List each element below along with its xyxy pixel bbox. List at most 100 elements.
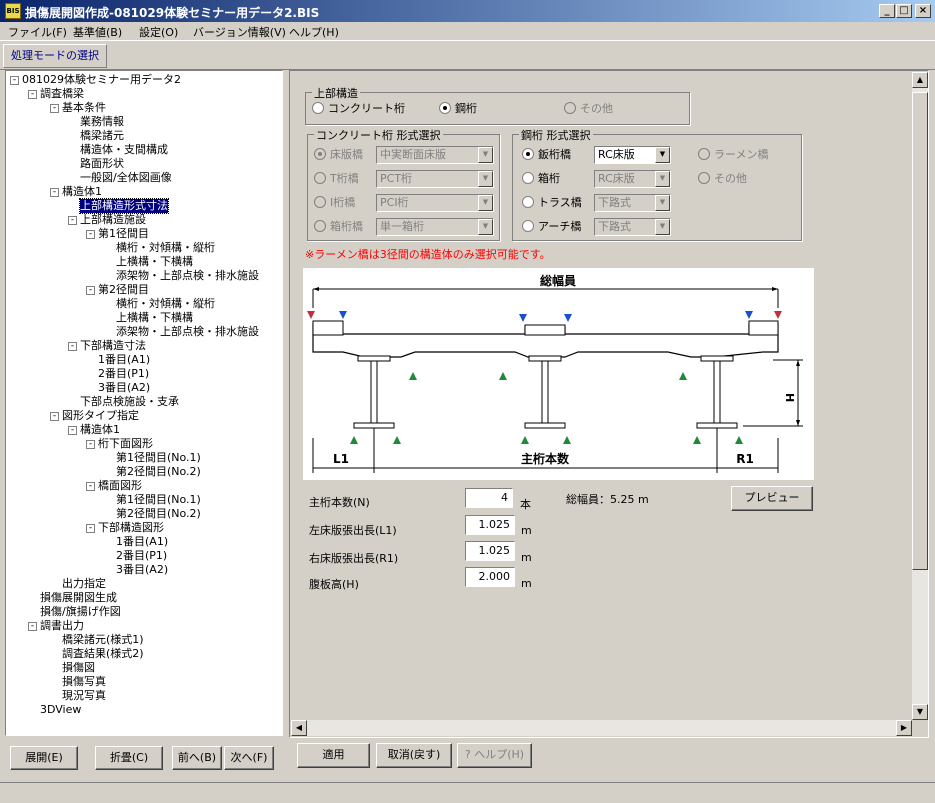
web-height-input[interactable]: 2.000 [465, 567, 515, 587]
radio-steel[interactable]: 鋼桁 [439, 102, 477, 116]
maximize-button[interactable]: □ [896, 4, 912, 18]
tree-node[interactable]: 橋梁諸元(様式1) [62, 633, 144, 647]
scroll-right-icon[interactable]: ▶ [896, 720, 912, 736]
tree-node[interactable]: 上横構・下横構 [116, 255, 193, 269]
tree-node[interactable]: 2番目(P1) [116, 549, 167, 563]
tree-node[interactable]: 下部構造寸法 [80, 339, 146, 353]
tree-node[interactable]: 3DView [40, 703, 81, 717]
radio-arch[interactable]: アーチ橋 [522, 220, 581, 234]
tree-node[interactable]: 第1径間目(No.1) [116, 493, 201, 507]
tree-node[interactable]: 上部構造形式寸法 [79, 198, 169, 214]
mode-select-button[interactable]: 処理モードの選択 [3, 44, 107, 68]
tree-node[interactable]: 2番目(P1) [98, 367, 149, 381]
tree-view[interactable]: -081029体験セミナー用データ2- 調査橋梁 - 基本条件 業務情報 橋梁諸元 構造体・… [5, 70, 283, 736]
tree-expander-icon[interactable]: - [50, 188, 59, 197]
tree-node[interactable]: 081029体験セミナー用データ2 [22, 73, 181, 87]
apply-button[interactable]: 適用 [297, 743, 370, 768]
tree-node[interactable]: 橋梁諸元 [80, 129, 124, 143]
chevron-down-icon[interactable]: ▼ [655, 147, 670, 163]
horizontal-scrollbar[interactable]: ◀ ▶ [291, 720, 912, 736]
tree-expander-icon[interactable]: - [28, 622, 37, 631]
tree-node[interactable]: 上横構・下横構 [116, 311, 193, 325]
tree-node[interactable]: 路面形状 [80, 157, 124, 171]
scroll-left-icon[interactable]: ◀ [291, 720, 307, 736]
tree-node[interactable]: 添架物・上部点検・排水施設 [116, 269, 259, 283]
superstructure-group: 上部構造 コンクリート桁 鋼桁 その他 [305, 85, 690, 125]
tree-node[interactable]: 構造体1 [62, 185, 102, 199]
tree-node[interactable]: 第2径間目(No.2) [116, 507, 201, 521]
menu-help[interactable]: ヘルプ(H) [289, 24, 339, 40]
tree-node[interactable]: 1番目(A1) [116, 535, 168, 549]
tree-node[interactable]: 3番目(A2) [116, 563, 168, 577]
tree-node[interactable]: 桁下面図形 [98, 437, 153, 451]
radio-truss[interactable]: トラス橋 [522, 196, 582, 210]
tree-node[interactable]: 橋面図形 [98, 479, 142, 493]
tree-node[interactable]: 構造体1 [80, 423, 120, 437]
tree-node[interactable]: 3番目(A2) [98, 381, 150, 395]
girder-count-input[interactable]: 4 [465, 488, 513, 508]
tree-node[interactable]: 下部点検施設・支承 [80, 395, 179, 409]
scroll-down-icon[interactable]: ▼ [912, 704, 928, 720]
tree-expander-icon[interactable]: - [86, 482, 95, 491]
tree-expander-icon[interactable]: - [68, 426, 77, 435]
scroll-thumb[interactable] [912, 92, 928, 570]
radio-concrete[interactable]: コンクリート桁 [312, 102, 405, 116]
tree-node[interactable]: 出力指定 [62, 577, 106, 591]
tree-node[interactable]: 第1径間目 [98, 227, 149, 241]
tree-expander-icon[interactable]: - [10, 76, 19, 85]
radio-steel-label: 鋼桁 [455, 102, 477, 115]
right-overhang-input[interactable]: 1.025 [465, 541, 515, 561]
tree-node[interactable]: 調書出力 [40, 619, 84, 633]
tree-expander-icon[interactable]: - [68, 342, 77, 351]
expand-button[interactable]: 展開(E) [10, 746, 78, 770]
tree-node[interactable]: 上部構造施設 [80, 213, 146, 227]
tree-expander-icon[interactable]: - [86, 524, 95, 533]
tree-node[interactable]: 添架物・上部点検・排水施設 [116, 325, 259, 339]
tree-expander-icon[interactable]: - [50, 412, 59, 421]
tree-node[interactable]: 一般図/全体図画像 [80, 171, 172, 185]
tree-node[interactable]: 第2径間目 [98, 283, 149, 297]
tree-node[interactable]: 第2径間目(No.2) [116, 465, 201, 479]
left-overhang-input[interactable]: 1.025 [465, 515, 515, 535]
tree-node[interactable]: 構造体・支間構成 [80, 143, 168, 157]
menu-settings[interactable]: 設定(O) [139, 24, 178, 40]
tree-expander-icon[interactable]: - [50, 104, 59, 113]
collapse-button[interactable]: 折畳(C) [95, 746, 163, 770]
tree-expander-icon[interactable]: - [28, 90, 37, 99]
menu-version[interactable]: バージョン情報(V) [193, 24, 286, 40]
next-button[interactable]: 次へ(F) [224, 746, 274, 770]
minimize-button[interactable]: _ [879, 4, 895, 18]
tree-node[interactable]: 損傷写真 [62, 675, 106, 689]
status-bar [0, 782, 935, 803]
menu-standard[interactable]: 基準値(B) [73, 24, 122, 40]
tree-node[interactable]: 横桁・対傾構・縦桁 [116, 297, 215, 311]
tree-node[interactable]: 図形タイプ指定 [62, 409, 139, 423]
radio-plate-girder[interactable]: 鈑桁橋 [522, 148, 571, 162]
scroll-up-icon[interactable]: ▲ [912, 72, 928, 88]
vertical-scrollbar[interactable]: ▲ ▼ [912, 72, 928, 720]
tree-expander-icon[interactable]: - [86, 286, 95, 295]
prev-button[interactable]: 前へ(B) [172, 746, 222, 770]
menu-file[interactable]: ファイル(F) [8, 24, 67, 40]
tree-expander-icon[interactable]: - [86, 230, 95, 239]
close-button[interactable]: × [915, 4, 931, 18]
tree-node[interactable]: 調査結果(様式2) [62, 647, 144, 661]
tree-node[interactable]: 業務情報 [80, 115, 124, 129]
tree-node[interactable]: 基本条件 [62, 101, 106, 115]
tree-node[interactable]: 損傷展開図生成 [40, 591, 117, 605]
web-height-label: 腹板高(H) [309, 578, 359, 591]
tree-node[interactable]: 1番目(A1) [98, 353, 150, 367]
tree-expander-icon[interactable]: - [68, 216, 77, 225]
tree-node[interactable]: 横桁・対傾構・縦桁 [116, 241, 215, 255]
tree-node[interactable]: 損傷/旗揚げ作図 [40, 605, 121, 619]
tree-node[interactable]: 下部構造図形 [98, 521, 164, 535]
tree-node[interactable]: 調査橋梁 [40, 87, 84, 101]
preview-button[interactable]: プレビュー [731, 486, 813, 511]
tree-node[interactable]: 第1径間目(No.1) [116, 451, 201, 465]
tree-expander-icon[interactable]: - [86, 440, 95, 449]
tree-node[interactable]: 損傷図 [62, 661, 95, 675]
tree-node[interactable]: 現況写真 [62, 689, 106, 703]
cancel-button[interactable]: 取消(戻す) [376, 743, 452, 768]
plate-girder-combo[interactable]: RC床版 ▼ [594, 146, 671, 164]
radio-steel-box[interactable]: 箱桁 [522, 172, 560, 186]
